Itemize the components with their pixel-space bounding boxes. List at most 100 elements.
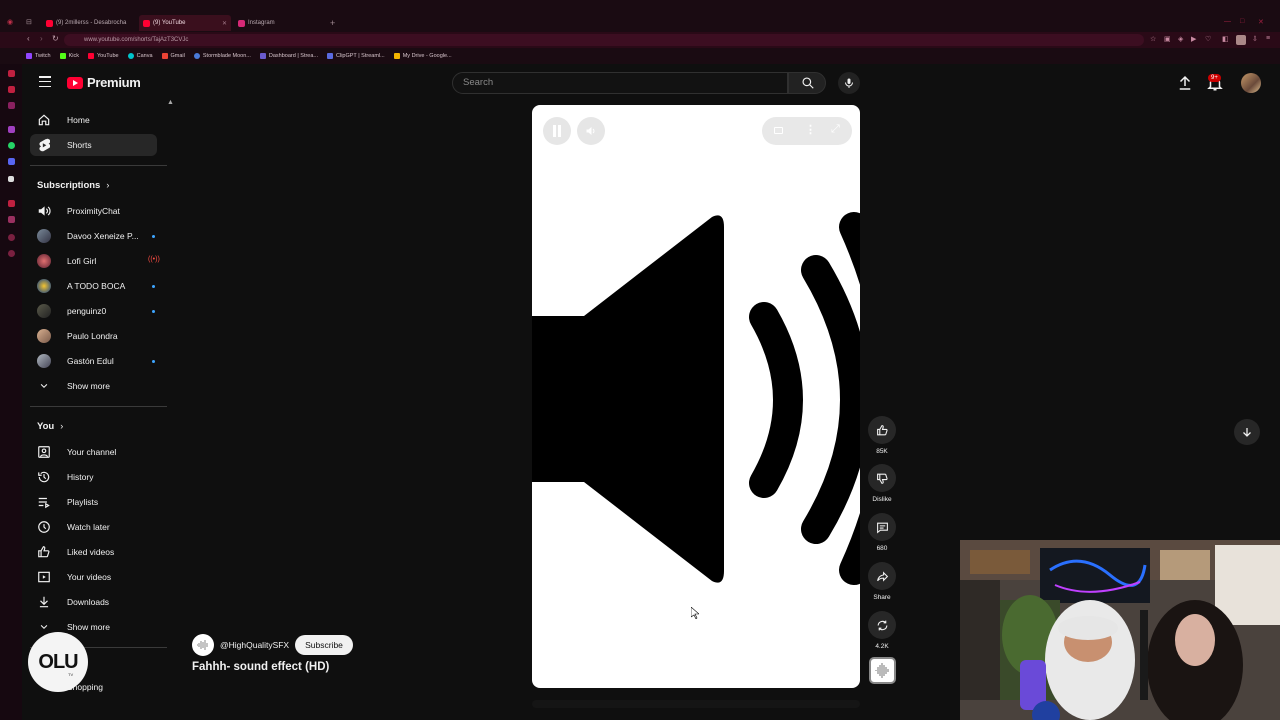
share-button[interactable] [868, 562, 896, 590]
subscription-gaston-edul[interactable]: Gastón Edul [30, 350, 157, 372]
more-options-icon[interactable]: ⋮ [805, 123, 816, 136]
subscription-paulo-londra[interactable]: Paulo Londra [30, 325, 157, 347]
profile-icon[interactable] [1236, 35, 1246, 45]
x-icon[interactable] [8, 176, 14, 182]
bookmark-dashboard[interactable]: Dashboard | Strea... [259, 53, 318, 59]
tab-instagram[interactable]: Instagram [234, 15, 326, 31]
volume-button[interactable] [577, 117, 605, 145]
remix-button[interactable] [868, 611, 896, 639]
subscribe-button[interactable]: Subscribe [295, 635, 353, 655]
menu-icon[interactable] [39, 76, 51, 88]
play-extension-icon[interactable]: ▶ [1191, 35, 1196, 43]
sidebar-app-icon[interactable] [8, 234, 15, 241]
bookmark-clipgpt[interactable]: ClipGPT | Streaml... [327, 53, 385, 59]
guide-item-your-channel[interactable]: Your channel [30, 441, 157, 463]
sidebar-app-icon[interactable] [8, 216, 15, 223]
new-tab-icon[interactable]: + [330, 18, 335, 28]
sidebar-app-icon[interactable] [8, 86, 15, 93]
voice-search-button[interactable] [838, 72, 860, 94]
browser-menu-icon[interactable]: ◉ [7, 18, 13, 26]
bookmark-label: YouTube [96, 53, 119, 59]
search-input[interactable]: Search [452, 72, 788, 94]
shorts-player[interactable]: ⋮ ⤢ [532, 105, 860, 688]
subscriptions-show-more[interactable]: Show more [30, 375, 157, 397]
guide-item-downloads[interactable]: Downloads [30, 591, 157, 613]
subscription-davoo[interactable]: Davoo Xeneize P... [30, 225, 157, 247]
pause-button[interactable] [543, 117, 571, 145]
browser-menu-icon[interactable]: ≡ [1266, 35, 1270, 42]
bookmark-twitch[interactable]: Twitch [26, 53, 51, 59]
url-field[interactable]: www.youtube.com/shorts/TajAzT3CVJc [64, 34, 1144, 46]
new-content-dot [152, 310, 155, 313]
close-tab-icon[interactable]: ✕ [222, 20, 227, 27]
bookmark-drive[interactable]: My Drive - Google... [393, 53, 452, 59]
whatsapp-icon[interactable] [8, 142, 15, 149]
subscription-lofi-girl[interactable]: Lofi Girl ((•)) [30, 250, 160, 272]
channel-handle[interactable]: @HighQualitySFX [220, 640, 289, 650]
forward-icon[interactable]: › [40, 34, 43, 43]
extensions-puzzle-icon[interactable]: ◧ [1222, 35, 1229, 43]
bookmark-stormblade[interactable]: Stormblade Moon... [193, 53, 251, 59]
search-button[interactable] [788, 72, 826, 94]
bookmark-gmail[interactable]: Gmail [161, 53, 185, 59]
tab-search-icon[interactable]: ⊟ [26, 18, 32, 26]
tab-2millerss[interactable]: (9) 2millerss - Desabrocha [42, 15, 134, 31]
bookmark-label: My Drive - Google... [402, 53, 452, 59]
sidebar-app-icon[interactable] [8, 200, 15, 207]
back-icon[interactable]: ‹ [27, 34, 30, 43]
like-button[interactable] [868, 416, 896, 444]
channel-avatar[interactable] [192, 634, 214, 656]
download-icon[interactable]: ⇩ [1252, 35, 1258, 43]
scroll-up-arrow-icon[interactable]: ▲ [167, 99, 174, 106]
tab-youtube[interactable]: (9) YouTube ✕ [139, 15, 231, 31]
like-action[interactable]: 85K [868, 416, 896, 455]
subscription-penguinz0[interactable]: penguinz0 [30, 300, 157, 322]
sidebar-app-icon[interactable] [8, 126, 15, 133]
guide-label: Watch later [67, 522, 110, 532]
reload-icon[interactable]: ↻ [52, 34, 59, 43]
shield-icon[interactable]: ◈ [1178, 35, 1183, 43]
remix-action[interactable]: 4.2K [868, 611, 896, 650]
discord-icon[interactable] [8, 158, 15, 165]
live-icon: ((•)) [148, 256, 160, 263]
guide-item-playlists[interactable]: Playlists [30, 491, 157, 513]
like-count: 85K [876, 448, 888, 455]
comments-action[interactable]: 680 [868, 513, 896, 552]
thumb-down-icon [876, 473, 888, 484]
guide-item-your-videos[interactable]: Your videos [30, 566, 157, 588]
dislike-action[interactable]: Dislike [868, 464, 896, 503]
captions-icon[interactable] [774, 127, 783, 134]
youtube-favicon-icon [46, 19, 53, 27]
subscriptions-header[interactable]: Subscriptions › [37, 180, 109, 191]
bookmark-canva[interactable]: Canva [127, 53, 153, 59]
sound-tile[interactable] [869, 657, 896, 684]
guide-item-watch-later[interactable]: Watch later [30, 516, 157, 538]
bookmark-youtube[interactable]: YouTube [87, 53, 119, 59]
guide-item-history[interactable]: History [30, 466, 157, 488]
comments-button[interactable] [868, 513, 896, 541]
guide-item-home[interactable]: Home [30, 109, 157, 131]
bookmark-kick[interactable]: Kick [59, 53, 79, 59]
bookmark-star-icon[interactable]: ☆ [1150, 35, 1156, 43]
youtube-premium-logo[interactable]: Premium [67, 75, 141, 90]
next-short-button[interactable] [1234, 419, 1260, 445]
dislike-button[interactable] [868, 464, 896, 492]
account-avatar[interactable] [1241, 73, 1261, 93]
close-window-icon[interactable]: ✕ [1258, 18, 1264, 26]
upload-icon[interactable] [1176, 74, 1194, 92]
you-header[interactable]: You › [37, 421, 63, 432]
extension-icon[interactable]: ▣ [1164, 35, 1171, 43]
sidebar-app-icon[interactable] [8, 250, 15, 257]
sidebar-app-icon[interactable] [8, 70, 15, 77]
subscription-a-todo-boca[interactable]: A TODO BOCA [30, 275, 157, 297]
share-action[interactable]: Share [868, 562, 896, 601]
maximize-icon[interactable]: □ [1240, 18, 1244, 25]
short-title[interactable]: Fahhh- sound effect (HD) [192, 661, 329, 673]
guide-item-shorts[interactable]: Shorts [30, 134, 157, 156]
fullscreen-icon[interactable]: ⤢ [831, 123, 840, 136]
heart-icon[interactable]: ♡ [1205, 35, 1211, 43]
guide-item-liked-videos[interactable]: Liked videos [30, 541, 157, 563]
minimize-icon[interactable]: — [1224, 18, 1231, 25]
sidebar-app-icon[interactable] [8, 102, 15, 109]
subscription-proximitychat[interactable]: ProximityChat [30, 200, 157, 222]
